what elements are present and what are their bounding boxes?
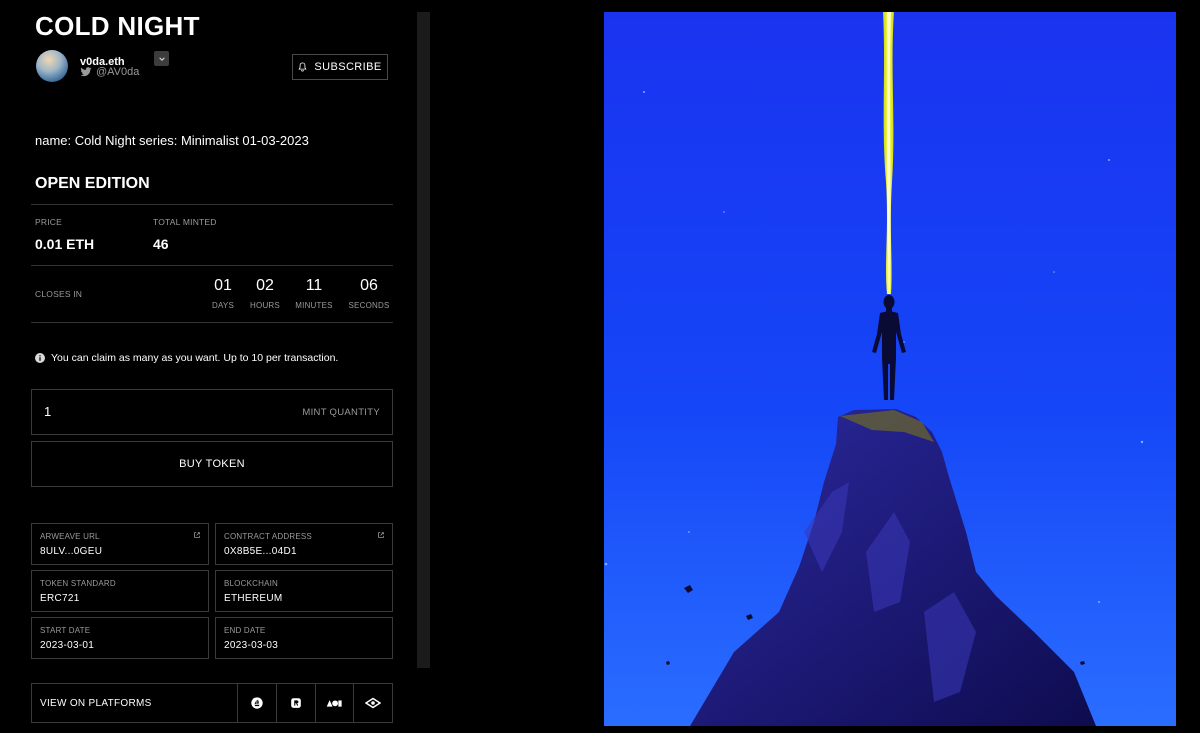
bell-icon <box>298 62 307 72</box>
rarible-icon <box>290 698 301 708</box>
mint-quantity-value[interactable]: 1 <box>44 404 51 419</box>
token-name-description: name: Cold Night series: Minimalist 01-0… <box>35 133 309 148</box>
token-standard-label: TOKEN STANDARD <box>40 579 116 588</box>
countdown-minutes: 11 MINUTES <box>294 276 334 310</box>
buy-token-button[interactable]: BUY TOKEN <box>31 441 393 487</box>
countdown-unit: SECONDS <box>348 301 390 310</box>
countdown-value: 11 <box>305 277 323 294</box>
token-standard-value: ERC721 <box>40 593 80 604</box>
external-link-icon[interactable] <box>377 531 385 539</box>
start-date-card: START DATE 2023-03-01 <box>31 617 209 659</box>
chevron-down-icon <box>158 56 165 61</box>
token-standard-card: TOKEN STANDARD ERC721 <box>31 570 209 612</box>
view-on-platforms-label: VIEW ON PLATFORMS <box>40 697 152 709</box>
closes-in-label: CLOSES IN <box>35 289 83 299</box>
countdown-unit: HOURS <box>250 301 280 310</box>
blockchain-card: BLOCKCHAIN ETHEREUM <box>215 570 393 612</box>
divider <box>31 204 393 205</box>
divider <box>31 322 393 323</box>
countdown-unit: DAYS <box>212 301 234 310</box>
end-date-value: 2023-03-03 <box>224 640 279 651</box>
countdown-hours: 02 HOURS <box>249 276 281 310</box>
contract-address-value: 0X8B5E...04D1 <box>224 546 297 557</box>
subscribe-button[interactable]: SUBSCRIBE <box>292 54 388 80</box>
drop-title: COLD NIGHT <box>35 11 200 41</box>
rarible-button[interactable] <box>275 684 315 722</box>
foundation-icon <box>327 700 343 707</box>
arweave-url-value: 8ULV...0GEU <box>40 546 103 557</box>
nft-artwork[interactable] <box>604 12 1176 726</box>
countdown-value: 06 <box>360 277 378 294</box>
twitter-handle-text: @AV0da <box>96 66 140 78</box>
countdown-value: 01 <box>214 277 232 294</box>
start-date-value: 2023-03-01 <box>40 640 95 651</box>
creator-avatar[interactable] <box>36 50 68 82</box>
external-link-icon[interactable] <box>193 531 201 539</box>
watch-button[interactable] <box>353 684 392 722</box>
drop-info-panel: COLD NIGHT v0da.eth @AV0da SUBSCRIBE nam… <box>0 0 405 733</box>
artwork-image <box>604 12 1176 726</box>
creator-dropdown-button[interactable] <box>154 51 169 66</box>
divider <box>31 265 393 266</box>
scrollbar[interactable] <box>417 12 430 668</box>
mint-quantity-label: MINT QUANTITY <box>302 407 380 418</box>
opensea-icon <box>251 697 263 709</box>
price-label: PRICE <box>35 217 62 227</box>
edition-heading: OPEN EDITION <box>35 175 150 192</box>
page: COLD NIGHT v0da.eth @AV0da SUBSCRIBE nam… <box>0 0 1200 733</box>
claim-info-text: You can claim as many as you want. Up to… <box>51 352 339 364</box>
opensea-button[interactable] <box>237 684 276 722</box>
start-date-label: START DATE <box>40 626 91 635</box>
creator-twitter[interactable]: @AV0da <box>80 66 139 78</box>
info-icon <box>35 353 45 363</box>
contract-address-label: CONTRACT ADDRESS <box>224 532 312 541</box>
price-value: 0.01 ETH <box>35 236 95 252</box>
mint-quantity-input[interactable]: 1 MINT QUANTITY <box>31 389 393 435</box>
contract-address-card[interactable]: CONTRACT ADDRESS 0X8B5E...04D1 <box>215 523 393 565</box>
total-minted-value: 46 <box>153 236 169 252</box>
countdown-value: 02 <box>256 277 274 294</box>
view-on-platforms-bar: VIEW ON PLATFORMS <box>31 683 393 723</box>
countdown-seconds: 06 SECONDS <box>347 276 391 310</box>
twitter-icon <box>80 67 92 77</box>
subscribe-label: SUBSCRIBE <box>314 61 382 73</box>
blockchain-value: ETHEREUM <box>224 593 283 604</box>
claim-info: You can claim as many as you want. Up to… <box>35 352 338 364</box>
blockchain-label: BLOCKCHAIN <box>224 579 279 588</box>
foundation-button[interactable] <box>314 684 354 722</box>
countdown-unit: MINUTES <box>295 301 333 310</box>
eye-icon <box>365 697 382 709</box>
arweave-url-label: ARWEAVE URL <box>40 532 100 541</box>
end-date-card: END DATE 2023-03-03 <box>215 617 393 659</box>
countdown-days: 01 DAYS <box>212 276 234 310</box>
total-minted-label: TOTAL MINTED <box>153 217 217 227</box>
end-date-label: END DATE <box>224 626 266 635</box>
arweave-url-card[interactable]: ARWEAVE URL 8ULV...0GEU <box>31 523 209 565</box>
